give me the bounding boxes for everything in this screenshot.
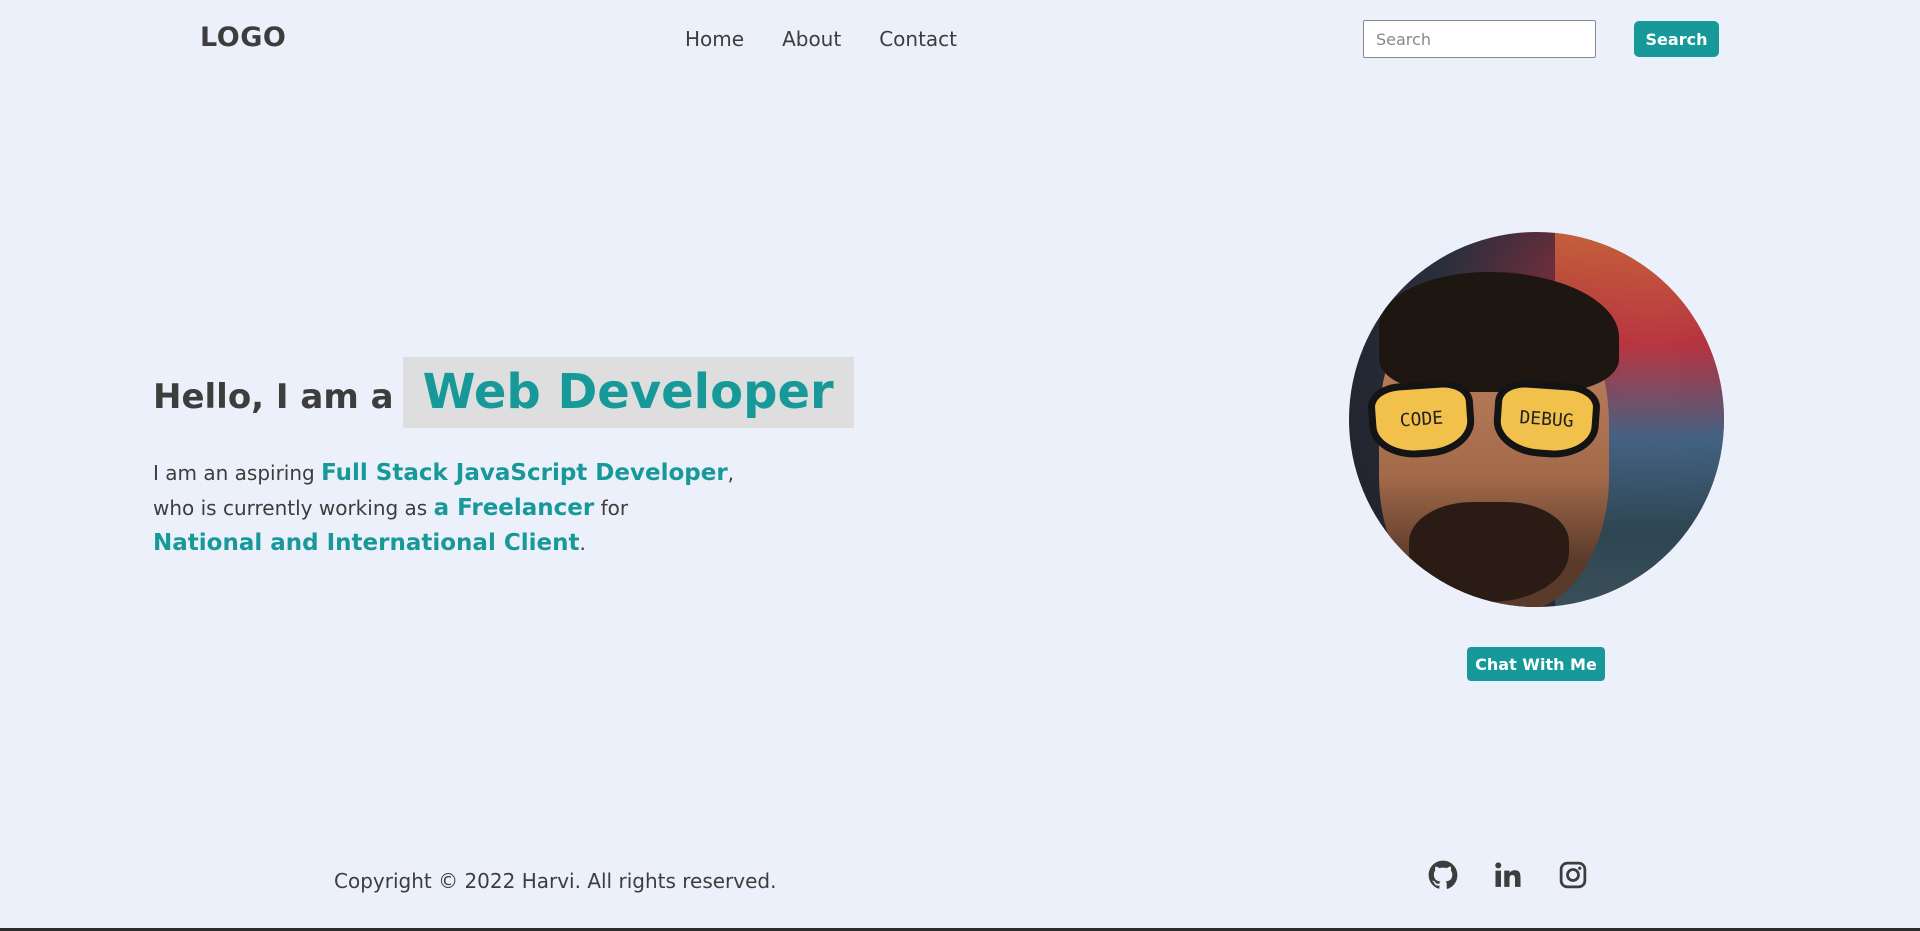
chat-with-me-button[interactable]: Chat With Me (1467, 647, 1605, 681)
lens-left: CODE (1366, 378, 1477, 461)
intro-highlight-freelancer: a Freelancer (433, 495, 595, 521)
nav-contact-link[interactable]: Contact (879, 27, 957, 51)
intro-text: I am an aspiring (153, 461, 322, 485)
profile-photo: CODE DEBUG (1349, 232, 1724, 607)
search-button[interactable]: Search (1634, 21, 1719, 57)
intro-text: for (594, 496, 629, 520)
nav-home-link[interactable]: Home (685, 27, 744, 51)
greeting-prefix: Hello, I am a (153, 376, 394, 417)
hero-intro: I am an aspiring Full Stack JavaScript D… (153, 456, 793, 561)
search-input[interactable] (1363, 20, 1596, 58)
github-icon[interactable] (1428, 860, 1458, 890)
photo-glasses: CODE DEBUG (1366, 378, 1629, 461)
instagram-icon[interactable] (1558, 860, 1588, 890)
nav-about-link[interactable]: About (782, 27, 841, 51)
copyright-text: Copyright © 2022 Harvi. All rights reser… (334, 869, 777, 893)
logo[interactable]: LOGO (200, 22, 286, 53)
social-links (1428, 860, 1588, 890)
photo-beard (1409, 502, 1569, 602)
lens-right: DEBUG (1491, 378, 1602, 461)
intro-text: who is currently working as (153, 496, 434, 520)
main-nav: Home About Contact (685, 27, 957, 51)
intro-highlight-clients: National and International Client (153, 530, 580, 556)
greeting-role: Web Developer (402, 357, 854, 428)
intro-highlight-fullstack: Full Stack JavaScript Developer (321, 460, 728, 486)
linkedin-icon[interactable] (1493, 860, 1523, 890)
intro-text: , (727, 461, 735, 485)
hero-heading: Hello, I am a Web Developer (153, 357, 854, 428)
intro-text: . (579, 531, 586, 555)
page: LOGO Home About Contact Search Hello, I … (0, 0, 1920, 931)
